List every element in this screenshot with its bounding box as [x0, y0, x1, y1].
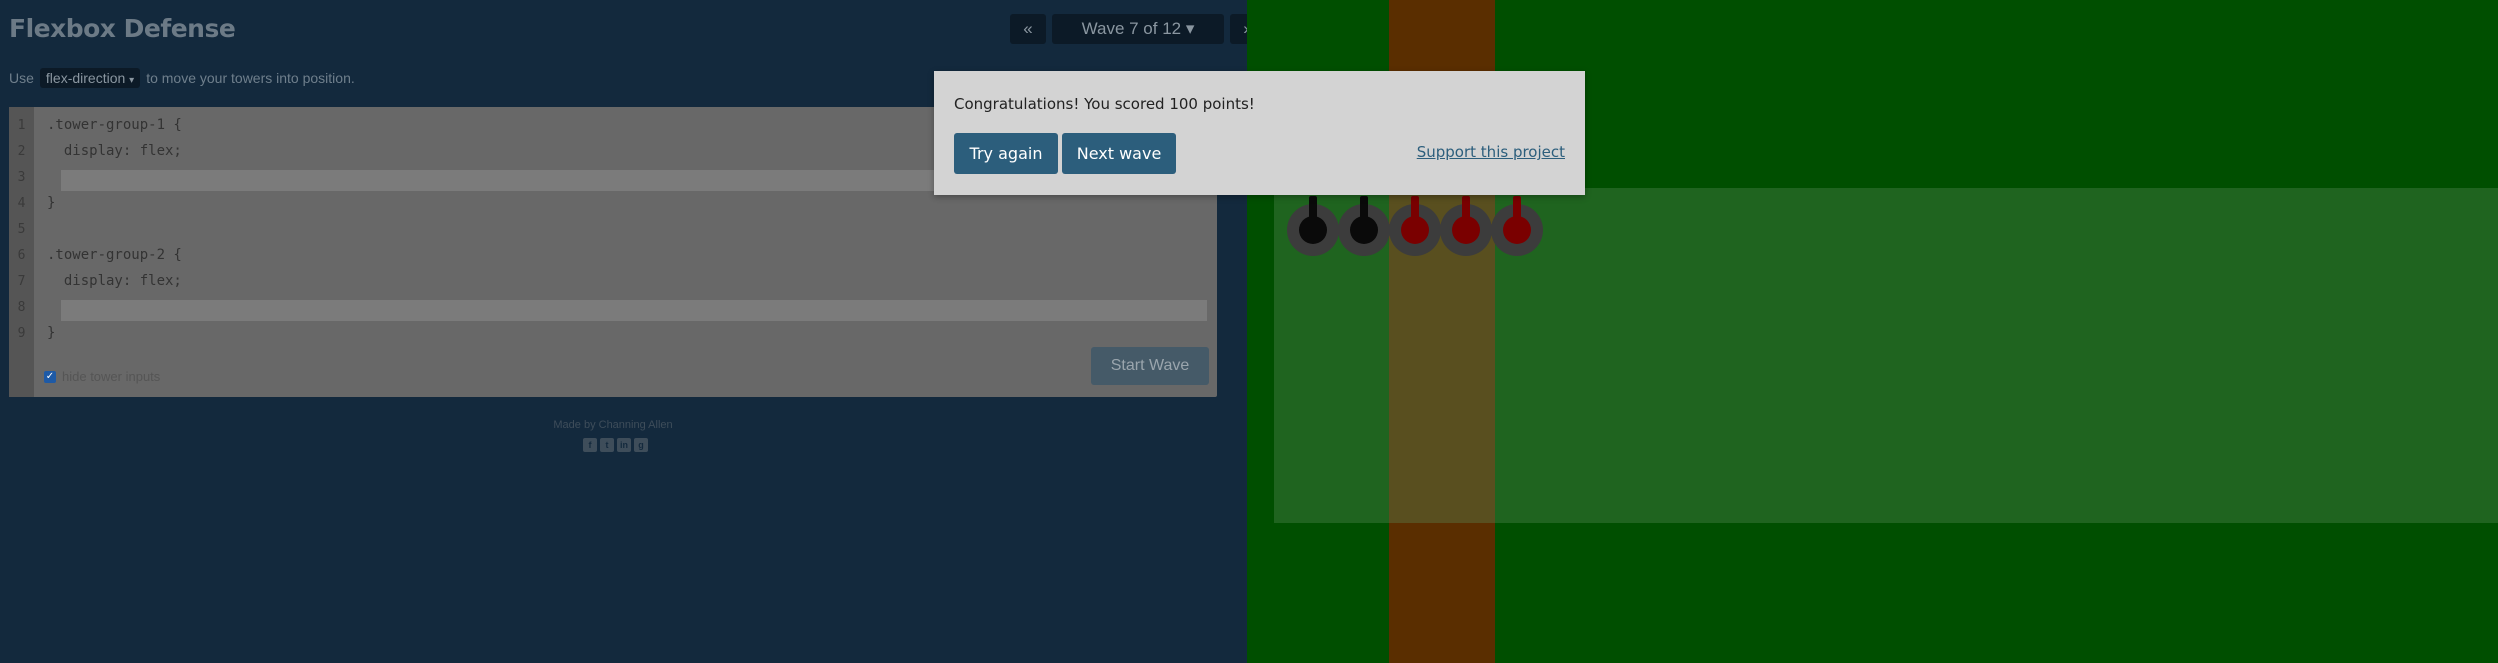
hide-inputs-label: hide tower inputs	[62, 369, 161, 384]
tower-barrel	[1462, 196, 1470, 224]
wave-select[interactable]: Wave 7 of 12 ▾	[1052, 14, 1224, 44]
line-number: 1	[17, 118, 26, 133]
line-number: 6	[17, 248, 26, 263]
tower-barrel	[1309, 196, 1317, 224]
wave-navigation: « Wave 7 of 12 ▾ »	[1010, 14, 1266, 44]
instructions-prefix: Use	[9, 70, 34, 86]
twitter-icon[interactable]: t	[600, 438, 614, 452]
support-project-link[interactable]: Support this project	[1417, 143, 1565, 161]
code-input-line-8[interactable]	[61, 300, 1207, 321]
dialog-message: Congratulations! You scored 100 points!	[954, 95, 1255, 113]
github-icon[interactable]: g	[634, 438, 648, 452]
start-wave-button[interactable]: Start Wave	[1091, 347, 1209, 385]
line-number: 5	[17, 222, 26, 237]
line-gutter: 1 2 3 4 5 6 7 8 9	[9, 107, 34, 397]
social-links: f t in g	[583, 438, 648, 452]
next-wave-button[interactable]: Next wave	[1062, 133, 1176, 174]
red-tower	[1440, 196, 1492, 256]
black-tower	[1338, 196, 1390, 256]
instructions: Use flex-direction ▾ to move your towers…	[9, 68, 355, 88]
red-tower	[1389, 196, 1441, 256]
property-value: flex-direction	[45, 70, 126, 86]
previous-wave-button[interactable]: «	[1010, 14, 1046, 44]
linkedin-icon[interactable]: in	[617, 438, 631, 452]
code-line: .tower-group-1 {	[47, 117, 182, 133]
credit-text: Made by Channing Allen	[553, 419, 673, 431]
line-number: 7	[17, 274, 26, 289]
wave-label: Wave 7 of 12	[1081, 19, 1182, 38]
facebook-icon[interactable]: f	[583, 438, 597, 452]
line-number: 9	[17, 326, 26, 341]
wave-complete-dialog: Congratulations! You scored 100 points! …	[934, 71, 1585, 195]
line-number: 2	[17, 144, 26, 159]
red-tower	[1491, 196, 1543, 256]
line-number: 8	[17, 300, 26, 315]
page-title: Flexbox Defense	[9, 14, 236, 43]
code-line: .tower-group-2 {	[47, 247, 182, 263]
tower-barrel	[1513, 196, 1521, 224]
property-select[interactable]: flex-direction ▾	[39, 68, 141, 88]
instructions-suffix: to move your towers into position.	[146, 70, 355, 86]
tower-barrel	[1411, 196, 1419, 224]
line-number: 3	[17, 170, 26, 185]
code-line: }	[47, 325, 56, 341]
code-line: display: flex;	[47, 143, 182, 159]
caret-down-icon: ▾	[129, 75, 135, 86]
black-tower	[1287, 196, 1339, 256]
tower-barrel	[1360, 196, 1368, 224]
line-number: 4	[17, 196, 26, 211]
code-line: display: flex;	[47, 273, 182, 289]
chevron-down-icon: ▾	[1185, 19, 1195, 38]
hide-inputs-toggle[interactable]: ✓ hide tower inputs	[44, 369, 160, 384]
code-line: }	[47, 195, 56, 211]
hide-inputs-checkbox[interactable]: ✓	[44, 370, 56, 383]
try-again-button[interactable]: Try again	[954, 133, 1058, 174]
